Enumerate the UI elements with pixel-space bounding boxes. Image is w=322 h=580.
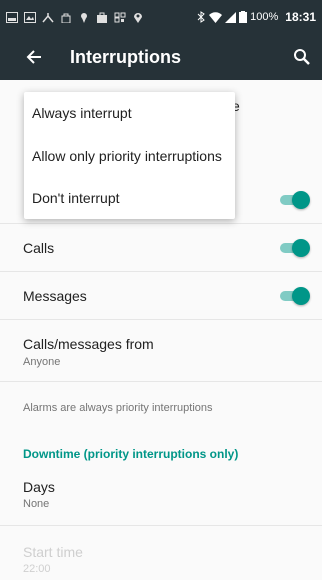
status-bar: 100% 18:31 <box>0 0 322 34</box>
toggle-thumb <box>292 239 310 257</box>
toggle-thumb <box>292 287 310 305</box>
menu-item-always-interrupt[interactable]: Always interrupt <box>32 105 132 121</box>
status-indicators: 100% 18:31 <box>197 10 316 24</box>
row-alarms-note: Alarms are always priority interruptions <box>0 382 322 430</box>
battery-percent: 100% <box>250 11 279 23</box>
row-calls-messages-from[interactable]: Calls/messages from Anyone <box>0 320 322 382</box>
shopping-bag-icon <box>97 12 107 23</box>
signal-icon <box>225 11 237 23</box>
calls-label: Calls <box>23 240 55 256</box>
row-days[interactable]: Days None <box>0 466 322 526</box>
bluetooth-icon <box>197 11 205 23</box>
app-bar: Interruptions <box>0 34 322 80</box>
lock-icon <box>61 13 71 23</box>
calls-messages-from-label: Calls/messages from <box>23 336 154 352</box>
downtime-section: Downtime (priority interruptions only) <box>0 430 322 466</box>
wifi-icon <box>209 11 223 23</box>
alarms-note: Alarms are always priority interruptions <box>23 402 213 414</box>
downtime-header: Downtime (priority interruptions only) <box>23 447 239 461</box>
calls-messages-from-value: Anyone <box>23 356 61 368</box>
qr-icon <box>114 12 126 22</box>
battery-icon <box>239 11 248 23</box>
notification-icons <box>6 11 197 23</box>
gallery-icon <box>24 11 36 23</box>
messages-label: Messages <box>23 288 87 304</box>
image-icon <box>6 11 18 23</box>
toggle-thumb <box>292 191 310 209</box>
row-start-time: Start time 22:00 <box>0 526 322 580</box>
start-time-value: 22:00 <box>23 563 51 575</box>
days-label: Days <box>23 479 55 495</box>
toggle-switch[interactable] <box>278 190 310 210</box>
menu-item-dont-interrupt[interactable]: Don't interrupt <box>32 190 120 206</box>
start-time-label: Start time <box>23 544 83 560</box>
map-pin-icon <box>134 12 142 23</box>
days-value: None <box>23 498 50 510</box>
row-calls[interactable]: Calls <box>0 224 322 272</box>
hanger-icon <box>42 12 54 22</box>
messages-toggle[interactable] <box>278 286 310 306</box>
clock: 18:31 <box>285 10 316 24</box>
interruptions-mode-menu: Always interrupt Allow only priority int… <box>24 92 235 219</box>
search-icon[interactable] <box>290 45 314 69</box>
back-arrow-icon[interactable] <box>22 45 46 69</box>
page-title: Interruptions <box>70 46 181 67</box>
calls-toggle[interactable] <box>278 238 310 258</box>
row-messages[interactable]: Messages <box>0 272 322 320</box>
menu-item-priority-only[interactable]: Allow only priority interruptions <box>32 148 222 164</box>
location-pin-icon <box>81 12 87 23</box>
